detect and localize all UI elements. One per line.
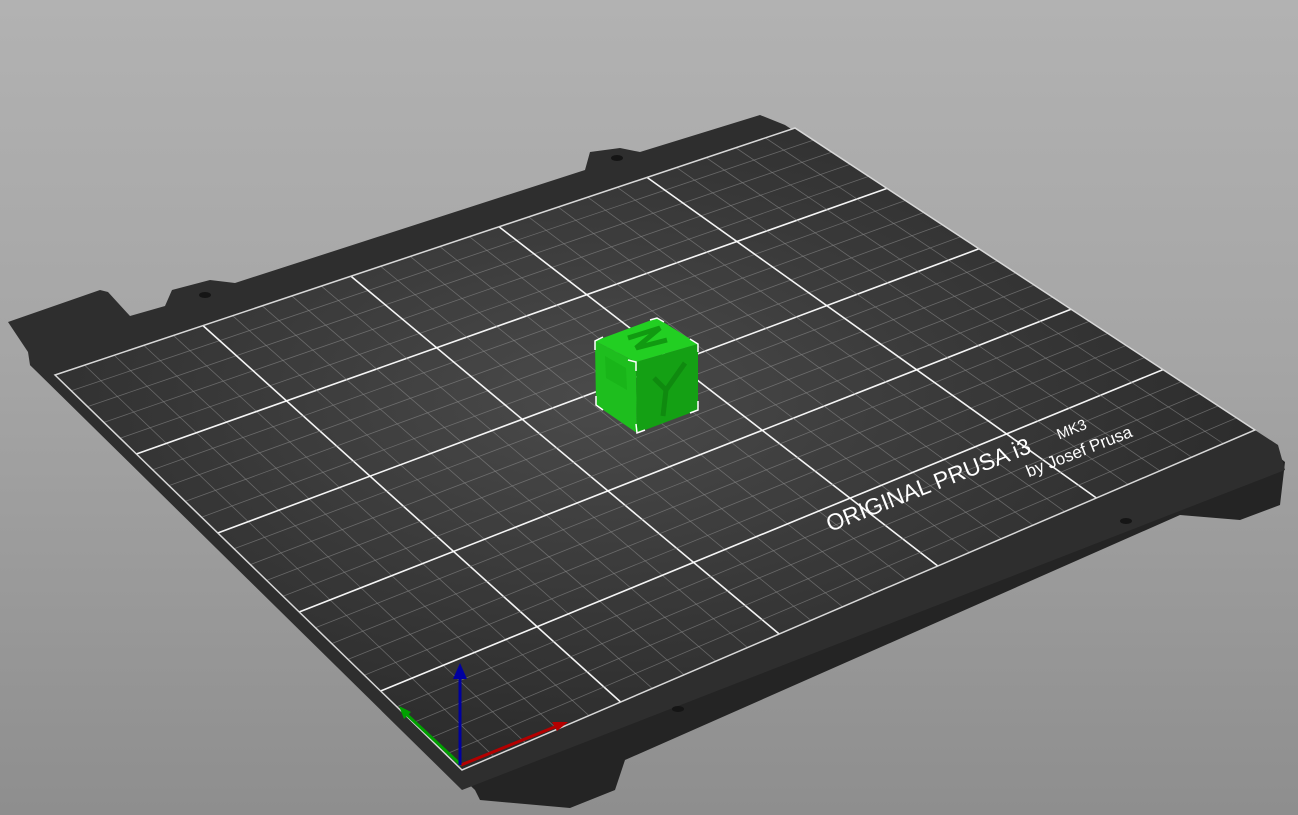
bed-hole <box>672 706 684 712</box>
bed-hole <box>1120 518 1132 524</box>
bed-hole <box>199 292 211 298</box>
bed-hole <box>611 155 623 161</box>
3d-viewport[interactable]: ORIGINAL PRUSA i3 MK3 by Josef Prusa <box>0 0 1298 815</box>
print-bed[interactable] <box>8 115 1285 808</box>
scene: ORIGINAL PRUSA i3 MK3 by Josef Prusa <box>8 115 1285 808</box>
